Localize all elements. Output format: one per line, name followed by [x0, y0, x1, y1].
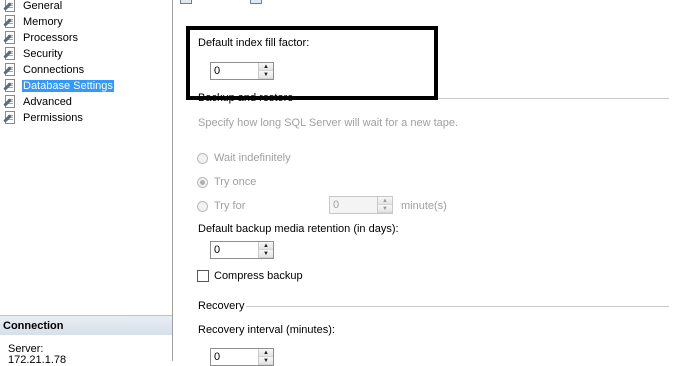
nav-item-label: General	[23, 0, 63, 12]
spin-up-icon[interactable]: ▲	[378, 197, 392, 205]
nav-item-advanced[interactable]: Advanced	[3, 94, 73, 109]
compress-backup-label: Compress backup	[214, 270, 303, 282]
page-wrench-icon	[3, 0, 19, 13]
nav-item-processors[interactable]: Processors	[3, 30, 79, 45]
select-a-page-pane: General Memory Processors Security Conne…	[0, 0, 173, 366]
retention-label: Default backup media retention (in days)…	[198, 223, 399, 235]
spin-down-icon[interactable]: ▼	[259, 250, 273, 258]
try-for-label: Try for	[214, 200, 246, 212]
nav-item-label: Connections	[23, 63, 85, 76]
retention-value[interactable]: 0	[211, 242, 258, 258]
try-once-radio[interactable]	[197, 177, 208, 188]
page-wrench-icon	[3, 30, 19, 45]
try-for-minutes-spinner[interactable]: 0 ▲ ▼	[329, 196, 393, 214]
page-wrench-icon	[3, 94, 19, 109]
nav-item-label: Permissions	[23, 111, 83, 124]
recovery-interval-label: Recovery interval (minutes):	[198, 324, 335, 336]
spin-down-icon[interactable]: ▼	[259, 357, 273, 365]
wait-indefinitely-radio[interactable]	[197, 153, 208, 164]
nav-item-label: Database Settings	[22, 79, 114, 92]
connection-header: Connection	[0, 315, 172, 335]
nav-item-connections[interactable]: Connections	[3, 62, 85, 77]
page-wrench-icon	[3, 62, 19, 77]
nav-item-memory[interactable]: Memory	[3, 14, 64, 29]
spin-up-icon[interactable]: ▲	[259, 242, 273, 250]
nav-item-permissions[interactable]: Permissions	[3, 110, 84, 125]
recovery-interval-spinner[interactable]: 0 ▲ ▼	[210, 348, 274, 366]
section-divider	[246, 306, 669, 307]
highlight-annotation-box	[186, 26, 438, 100]
try-for-value[interactable]: 0	[330, 197, 377, 213]
server-value: 172.21.1.78	[8, 354, 67, 366]
nav-item-label: Advanced	[23, 95, 72, 108]
try-once-label: Try once	[214, 176, 257, 188]
minutes-unit-label: minute(s)	[401, 200, 447, 212]
tape-description: Specify how long SQL Server will wait fo…	[198, 117, 459, 129]
try-for-radio[interactable]	[197, 201, 208, 212]
nav-item-database-settings[interactable]: Database Settings	[3, 78, 114, 93]
nav-item-label: Security	[23, 47, 63, 60]
nav-item-security[interactable]: Security	[3, 46, 64, 61]
spin-up-icon[interactable]: ▲	[259, 349, 273, 357]
wait-indefinitely-label: Wait indefinitely	[214, 152, 291, 164]
toolbar	[180, 0, 320, 6]
page-wrench-icon	[3, 46, 19, 61]
page-wrench-icon	[3, 14, 19, 29]
nav-item-general[interactable]: General	[3, 0, 63, 13]
help-icon[interactable]	[250, 0, 262, 4]
recovery-section-title: Recovery	[198, 300, 245, 312]
retention-spinner[interactable]: 0 ▲ ▼	[210, 241, 274, 259]
script-icon[interactable]	[180, 0, 192, 4]
nav-item-label: Memory	[23, 15, 63, 28]
page-wrench-icon	[3, 78, 19, 93]
compress-backup-checkbox[interactable]	[197, 270, 209, 282]
nav-item-label: Processors	[23, 31, 79, 44]
page-wrench-icon	[3, 110, 19, 125]
recovery-interval-value[interactable]: 0	[211, 349, 258, 365]
spin-down-icon[interactable]: ▼	[378, 205, 392, 213]
